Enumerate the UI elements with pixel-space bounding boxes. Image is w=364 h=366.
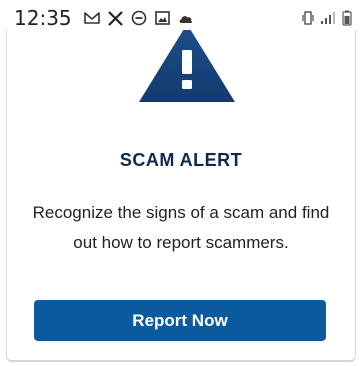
cloud-icon [178, 12, 194, 24]
alert-description: Recognize the signs of a scam and find o… [32, 203, 330, 252]
system-icons [302, 8, 352, 28]
image-icon [155, 11, 170, 25]
status-time: 12:35 [14, 6, 72, 30]
warning-icon [137, 24, 237, 109]
signal-icon [320, 11, 336, 25]
alert-title: SCAM ALERT [119, 150, 243, 170]
do-not-disturb-icon [131, 10, 147, 26]
notification-icons [84, 8, 194, 28]
gmail-icon [84, 11, 100, 25]
scam-alert-card: SCAM ALERT Recognize the signs of a scam… [6, 24, 356, 362]
battery-icon [342, 10, 352, 26]
vibrate-icon [302, 10, 314, 26]
report-now-button[interactable]: Report Now [34, 300, 326, 341]
x-icon [108, 10, 123, 26]
